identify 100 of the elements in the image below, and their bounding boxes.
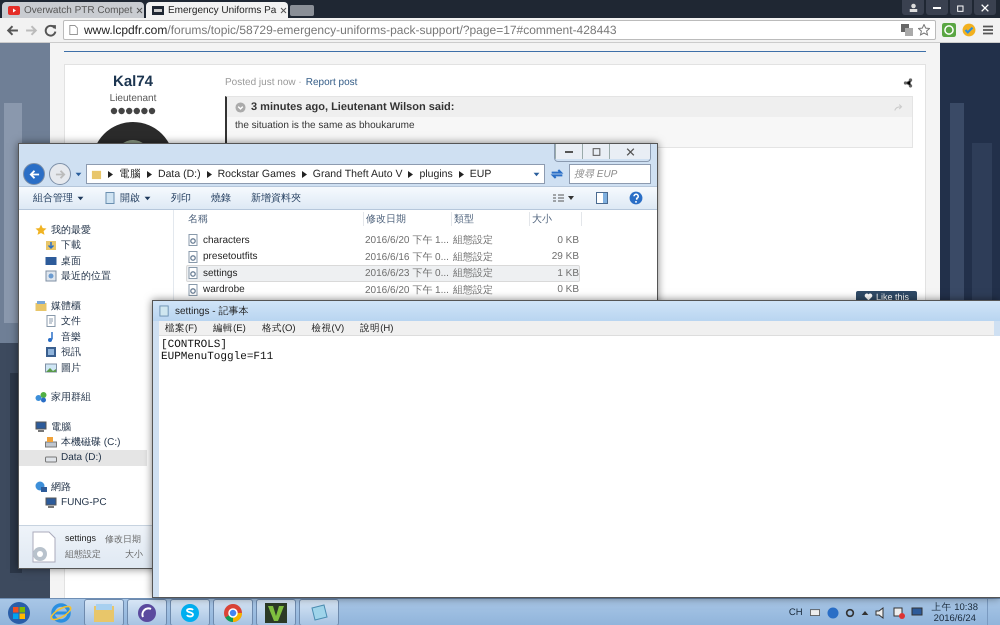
post-time: Posted just now · [225,77,302,88]
column-header[interactable]: 大小 [530,212,582,226]
caret-icon [533,170,540,178]
internet-explorer-icon [50,602,72,624]
file-row[interactable]: wardrobe 2016/6/20 下午 1... 組態設定 0 KB [186,282,580,298]
browser-tab[interactable]: Overwatch PTR Compet [2,2,144,18]
address-field[interactable]: www.lcpdfr.com/forums/topic/58729-emergency-uniforms-pack-support/?page=17#comment-428443 [63,20,936,40]
share-icon [903,78,913,88]
view-options-icon [553,193,575,203]
breadcrumb-item[interactable]: 電腦 [119,167,141,181]
sidebar-item[interactable]: 圖片 [19,360,85,376]
clock-time: 上午 10:38 [932,602,978,612]
menu-item[interactable]: 檔案(F) [165,322,198,334]
file-row[interactable]: characters 2016/6/20 下午 1... 組態設定 0 KB [186,232,580,248]
gear-icon [844,606,855,618]
sidebar-item[interactable]: 網路 [19,480,75,495]
chevron-icon [408,170,414,178]
chevron-icon [108,170,113,178]
star-icon [918,24,930,36]
sidebar-item[interactable]: 下載 [19,238,85,253]
clock[interactable]: 上午 10:38 2016/6/24 [926,602,984,624]
toolbar-button[interactable]: 燒錄 [211,191,231,205]
column-header[interactable]: 修改日期 [364,212,452,226]
menu-item[interactable]: 檢視(V) [312,322,344,334]
sidebar-item[interactable]: FUNG-PC [19,495,111,510]
minimize-button[interactable] [555,144,582,159]
restore-button[interactable] [950,0,972,15]
browser-tab[interactable]: Emergency Uniforms Pa [146,2,288,18]
translate-icon [901,24,913,36]
minimize-button[interactable] [926,0,948,15]
language-indicator[interactable]: CH [788,607,803,618]
close-icon [280,6,288,14]
network-icon [35,481,47,494]
computer-icon [45,496,57,509]
help-icon [629,191,643,205]
menu-item[interactable]: 格式(O) [262,322,296,334]
close-button[interactable] [609,144,650,159]
toolbar-button[interactable]: 列印 [171,191,191,205]
author-name[interactable]: Kal74 [112,73,154,90]
caret-up-icon [860,608,869,616]
user-button[interactable] [902,0,924,15]
download-folder-icon [45,239,57,252]
address-bar[interactable]: 電腦 Data (D:) Rockstar Games Grand Theft Auto V plugins EUP [86,164,545,184]
search-field[interactable]: 搜尋 EUP [569,164,651,184]
forward-button[interactable] [49,163,71,185]
close-button[interactable] [974,0,996,15]
settings-file-icon [187,284,199,296]
chevron-icon [147,170,152,178]
column-header[interactable]: 類型 [452,212,530,226]
game-logo-icon [265,602,287,622]
quote-text: the situation is the same as bhoukarume [235,120,415,131]
sidebar-item[interactable]: 電腦 [19,419,75,434]
rank-pips-icon [110,107,156,115]
text-area[interactable]: [CONTROLS] EUPMenuToggle=F11 [159,336,1000,597]
taskbar-button[interactable] [213,599,253,625]
breadcrumb-item[interactable]: Grand Theft Auto V [312,168,402,180]
folder-icon [93,602,115,622]
sidebar-item[interactable]: 視訊 [19,344,85,360]
sidebar-item[interactable]: 家用群組 [19,390,95,405]
breadcrumb-item[interactable]: Rockstar Games [218,168,296,180]
windows-logo-icon [7,600,31,624]
details-label: 修改日期 [105,533,142,546]
share-arrow-icon [893,102,904,112]
breadcrumb-item[interactable]: EUP [470,168,492,180]
close-icon [136,6,144,14]
sidebar-item[interactable]: 媒體櫃 [19,298,85,314]
breadcrumb-item[interactable]: Data (D:) [158,168,201,180]
file-row[interactable]: settings 2016/6/23 下午 0... 組態設定 1 KB [186,265,580,282]
sidebar-item[interactable]: Data (D:) [19,450,147,466]
clock-date: 2016/6/24 [934,612,976,624]
monitor-icon [910,606,923,618]
sidebar-item[interactable]: 最近的位置 [19,268,115,284]
toolbar-button[interactable]: 新增資料夾 [251,191,301,205]
menu-item[interactable]: 說明(H) [360,322,394,334]
toolbar-button[interactable]: 開啟 [104,191,151,205]
sidebar-item[interactable]: 文件 [19,314,85,329]
sidebar-item[interactable]: 音樂 [19,329,85,344]
sidebar-item[interactable]: 我的最愛 [19,222,95,238]
taskbar-button[interactable] [170,599,210,625]
column-header[interactable]: 名稱 [186,212,364,226]
library-icon [35,300,47,312]
picture-icon [45,362,57,374]
recent-places-icon [45,270,57,282]
sidebar-item[interactable]: 桌面 [19,253,85,268]
forward-icon [25,24,38,36]
file-row[interactable]: presetoutfits 2016/6/16 下午 0... 組態設定 29 KB [186,248,580,265]
menu-item[interactable]: 編輯(E) [213,322,246,334]
taskbar-button[interactable] [256,599,296,625]
chevron-icon [302,170,307,178]
sidebar-item[interactable]: 本機磁碟 (C:) [19,434,124,450]
back-button[interactable] [23,163,45,185]
torrent-icon [137,602,157,622]
toolbar-button[interactable]: 組合管理 [33,191,84,205]
taskbar-button[interactable] [127,599,167,625]
report-link[interactable]: Report post [306,77,358,88]
maximize-button[interactable] [582,144,609,159]
breadcrumb-item[interactable]: plugins [419,168,453,180]
chrome-icon [223,602,243,622]
quote-header: 3 minutes ago, Lieutenant Wilson said: [251,101,454,113]
minimize-icon [933,6,941,8]
